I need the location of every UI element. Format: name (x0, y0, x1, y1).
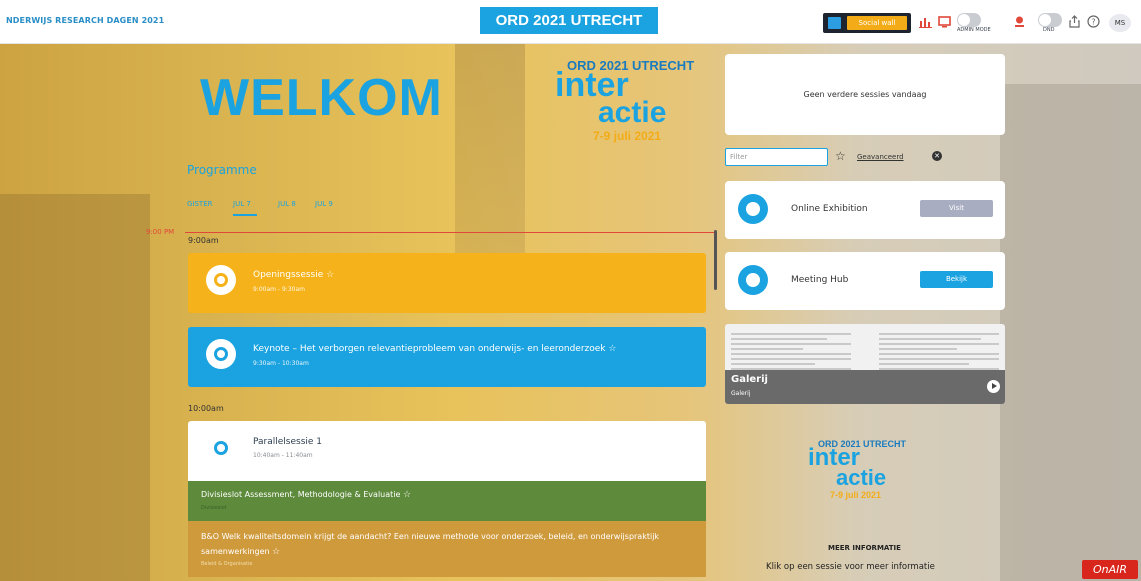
subsession-category: Beleid & Organisatie (201, 561, 253, 567)
chart-icon[interactable] (919, 15, 932, 28)
advanced-filter-link[interactable]: Geavanceerd (857, 153, 904, 161)
gallery-next-icon[interactable] (987, 380, 1000, 393)
session-icon (206, 339, 236, 369)
admin-mode-toggle[interactable] (957, 13, 981, 27)
click-hint-text: Klik op een sessie voor meer informatie (766, 562, 935, 572)
subsession-title: Divisieslot Assessment, Methodologie & E… (201, 490, 401, 499)
meeting-hub-panel: Meeting Hub Bekijk (725, 252, 1005, 310)
session-title: Keynote – Het verborgen relevantieproble… (253, 344, 617, 354)
favorite-star-icon[interactable]: ☆ (326, 270, 334, 280)
logo-line3: actie (836, 465, 887, 490)
welcome-heading: WELKOM (200, 69, 443, 127)
time-marker: 9:00am (188, 236, 219, 245)
active-tab-indicator (233, 214, 257, 216)
svg-text:?: ? (1091, 18, 1095, 27)
dnd-toggle[interactable] (1038, 13, 1062, 27)
favorite-star-icon[interactable]: ☆ (403, 490, 411, 500)
user-avatar[interactable]: MS (1109, 14, 1131, 32)
gallery-title: Galerij (731, 374, 768, 385)
subsession-divisieslot[interactable]: Divisieslot Assessment, Methodologie & E… (188, 481, 706, 521)
broadcast-icon[interactable] (1013, 15, 1026, 28)
social-wall-icon (828, 17, 841, 29)
now-line (185, 232, 715, 233)
background-building-right (1000, 84, 1141, 581)
more-info-heading: MEER INFORMATIE (828, 544, 901, 552)
event-logo: ORD 2021 UTRECHT inter actie 7-9 juli 20… (555, 58, 705, 143)
social-wall-label: Social wall (847, 16, 907, 30)
session-icon (206, 433, 236, 463)
event-title-badge: ORD 2021 UTRECHT (480, 7, 658, 34)
programme-title: Programme (187, 163, 257, 177)
upcoming-sessions-panel: Geen verdere sessies vandaag (725, 54, 1005, 135)
session-card-parallel[interactable]: Parallelsessie 1 10:40am - 11:40am (188, 421, 706, 481)
tab-jul7[interactable]: JUL 7 (233, 200, 251, 208)
admin-mode-label: ADMIN MODE (957, 27, 991, 33)
no-sessions-text: Geen verdere sessies vandaag (803, 90, 927, 99)
bekijk-button[interactable]: Bekijk (920, 271, 993, 288)
tab-jul8[interactable]: JUL 8 (278, 200, 296, 208)
subsession-bo[interactable]: B&O Welk kwaliteitsdomein krijgt de aand… (188, 521, 706, 577)
filter-input[interactable]: Filter (725, 148, 828, 166)
exhibition-label: Online Exhibition (791, 204, 868, 214)
time-marker: 10:00am (188, 404, 224, 413)
onair-badge[interactable]: OnAIR (1082, 560, 1138, 579)
tab-gister[interactable]: GISTER (187, 200, 213, 208)
meeting-hub-icon (738, 265, 768, 295)
exhibition-icon (738, 194, 768, 224)
favorite-star-icon[interactable]: ☆ (272, 547, 280, 557)
screen-icon[interactable] (938, 15, 951, 28)
session-card-keynote[interactable]: Keynote – Het verborgen relevantieproble… (188, 327, 706, 387)
sidebar-event-logo: ORD 2021 UTRECHT inter actie 7-9 juli 20… (808, 439, 918, 503)
favorite-star-icon[interactable]: ☆ (608, 344, 616, 354)
background-tower (455, 44, 525, 284)
session-icon (206, 265, 236, 295)
tab-jul9[interactable]: JUL 9 (315, 200, 333, 208)
background-building-left (0, 194, 150, 581)
help-icon[interactable]: ? (1087, 15, 1100, 28)
session-time: 9:00am - 9:30am (253, 286, 305, 293)
subsession-category: Divisieslot (201, 505, 227, 511)
brand-title[interactable]: NDERWIJS RESEARCH DAGEN 2021 (6, 16, 164, 25)
programme-scrollbar[interactable] (714, 230, 717, 290)
now-time-label: 9:00 PM (146, 228, 175, 236)
session-title: Openingssessie ☆ (253, 270, 335, 280)
subsession-title: B&O Welk kwaliteitsdomein krijgt de aand… (201, 532, 660, 556)
social-wall-button[interactable]: Social wall (823, 13, 911, 33)
session-card-opening[interactable]: Openingssessie ☆ 9:00am - 9:30am (188, 253, 706, 313)
top-bar: NDERWIJS RESEARCH DAGEN 2021 ORD 2021 UT… (0, 0, 1141, 44)
favorites-filter-star-icon[interactable]: ☆ (835, 149, 846, 163)
gallery-widget[interactable]: Galerij Galerij (725, 324, 1005, 404)
logo-dates: 7-9 juli 2021 (593, 129, 662, 143)
gallery-subtitle: Galerij (731, 390, 751, 397)
online-exhibition-panel: Online Exhibition Visit (725, 181, 1005, 239)
logo-line3: actie (598, 96, 667, 129)
dnd-label: DND (1043, 27, 1055, 33)
logo-dates: 7-9 juli 2021 (830, 490, 882, 500)
clear-filter-icon[interactable]: ✕ (932, 151, 942, 161)
session-time: 10:40am - 11:40am (253, 452, 313, 459)
meeting-hub-label: Meeting Hub (791, 275, 849, 285)
session-title: Parallelsessie 1 (253, 437, 323, 447)
visit-button[interactable]: Visit (920, 200, 993, 217)
share-icon[interactable] (1068, 15, 1081, 28)
session-time: 9:30am - 10:30am (253, 360, 309, 367)
